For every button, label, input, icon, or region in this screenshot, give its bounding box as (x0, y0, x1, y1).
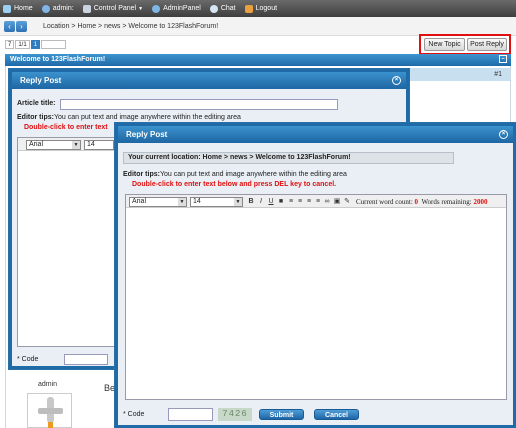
dialog-title-bar[interactable]: Reply Post × (12, 72, 406, 89)
post-reply-button[interactable]: Post Reply (467, 38, 507, 51)
align-left-icon[interactable]: ≡ (287, 197, 295, 206)
chevron-down-icon: ▼ (178, 198, 186, 206)
wrench-icon (82, 4, 91, 13)
editor-tips-label: Editor tips: (17, 114, 54, 121)
user-label: admin: (52, 5, 74, 12)
editor-toolbar: Arial ▼ 14 ▼ B I U ■ ≡ ≡ ≡ ≡ ∞ ▣ ✎ Current… (126, 195, 506, 208)
reply-post-dialog: Reply Post × Your current location: Home … (115, 123, 516, 428)
thread-title-bar: Welcome to 123FlashForum! – (5, 54, 511, 66)
new-topic-button[interactable]: New Topic (424, 38, 465, 51)
editor-tips: Editor tips:You can put text and image a… (17, 114, 241, 121)
post-author: admin (38, 381, 58, 388)
code-input[interactable] (168, 408, 213, 421)
home-label: Home (14, 5, 33, 12)
chat-label: Chat (220, 5, 236, 12)
words-remaining-value: 2000 (473, 198, 488, 206)
font-select[interactable]: Arial ▼ (26, 140, 81, 150)
logout-icon (244, 4, 253, 13)
avatar (27, 393, 72, 428)
home-icon (3, 4, 11, 13)
dialog-title: Reply Post (126, 130, 168, 139)
word-count-value: 0 (414, 198, 419, 206)
page-jump-input[interactable] (41, 40, 67, 49)
control-panel-menu[interactable]: Control Panel ▼ (82, 4, 144, 13)
editor-tips-label: Editor tips: (123, 171, 160, 178)
size-value: 14 (87, 141, 95, 148)
align-center-icon[interactable]: ≡ (296, 197, 304, 206)
link-icon[interactable]: ∞ (323, 197, 331, 206)
code-label: * Code (17, 356, 39, 363)
current-page[interactable]: 1 (30, 40, 41, 49)
thread-title: Welcome to 123FlashForum! (10, 56, 106, 63)
page-number[interactable]: 7 (5, 40, 15, 49)
code-label: * Code (123, 411, 145, 418)
back-button[interactable]: ‹ (4, 20, 15, 32)
page-count: 1/1 (15, 40, 30, 49)
close-icon[interactable]: × (392, 76, 401, 85)
submit-button[interactable]: Submit (259, 409, 304, 420)
forward-button[interactable]: › (16, 20, 27, 32)
editor-tips-text: You can put text and image anywhere with… (159, 171, 347, 178)
size-select[interactable]: 14 ▼ (190, 197, 243, 207)
admin-panel-label: AdminPanel (163, 5, 201, 12)
user-icon (41, 4, 50, 13)
bold-icon[interactable]: B (247, 197, 255, 206)
close-icon[interactable]: × (499, 130, 508, 139)
editor-area[interactable]: Arial ▼ 14 ▼ B I U ■ ≡ ≡ ≡ ≡ ∞ ▣ ✎ Current… (125, 194, 507, 400)
chevron-down-icon: ▼ (72, 141, 80, 149)
minimize-icon[interactable]: – (499, 55, 507, 63)
word-count-label: Current word count: (356, 198, 413, 206)
admin-panel-link[interactable]: AdminPanel (152, 4, 201, 13)
control-panel-label: Control Panel (93, 5, 137, 12)
user-menu[interactable]: admin: (41, 4, 74, 13)
attach-icon[interactable]: ✎ (343, 197, 351, 206)
double-click-hint: Double-click to enter text below and pre… (132, 181, 337, 188)
logout-link[interactable]: Logout (244, 4, 278, 13)
double-click-hint: Double-click to enter text (24, 124, 108, 131)
breadcrumb: Location > Home > news > Welcome to 123F… (43, 22, 219, 30)
post-text: Be (104, 383, 116, 393)
code-input[interactable] (64, 354, 108, 365)
admin-icon (152, 4, 161, 13)
pager: 7 1/1 1 (5, 40, 67, 49)
dialog-title: Reply Post (20, 76, 62, 85)
dialog-body: Your current location: Home > news > Wel… (118, 143, 513, 425)
italic-icon[interactable]: I (257, 197, 265, 206)
logout-label: Logout (255, 5, 278, 12)
top-navigation-bar: Home admin: Control Panel ▼ AdminPanel Ch… (0, 0, 516, 17)
captcha-image[interactable]: 7426 (218, 408, 252, 421)
text-color-icon[interactable]: ■ (277, 197, 285, 206)
dialog-title-bar[interactable]: Reply Post × (118, 126, 513, 143)
chevron-down-icon: ▼ (138, 5, 144, 12)
home-link[interactable]: Home (3, 4, 33, 13)
justify-icon[interactable]: ≡ (314, 197, 322, 206)
editor-tips: Editor tips:You can put text and image a… (123, 171, 347, 178)
font-value: Arial (29, 141, 44, 148)
size-value: 14 (193, 198, 201, 205)
font-select[interactable]: Arial ▼ (129, 197, 187, 207)
chat-link[interactable]: Chat (209, 4, 236, 13)
font-value: Arial (132, 198, 147, 205)
align-right-icon[interactable]: ≡ (305, 197, 313, 206)
image-icon[interactable]: ▣ (333, 197, 341, 206)
post-number: #1 (410, 68, 510, 81)
article-title-label: Article title: (17, 100, 56, 107)
chevron-down-icon: ▼ (234, 198, 242, 206)
words-remaining-label: Words remaining: (421, 198, 472, 206)
cancel-button[interactable]: Cancel (314, 409, 359, 420)
article-title-input[interactable] (60, 99, 338, 110)
word-count: Current word count: 0 Words remaining: 2… (356, 198, 487, 206)
chat-icon (209, 4, 218, 13)
current-location: Your current location: Home > news > Wel… (123, 152, 454, 164)
underline-icon[interactable]: U (267, 197, 275, 206)
size-select[interactable]: 14 (84, 140, 114, 150)
editor-tips-text: You can put text and image anywhere with… (53, 114, 241, 121)
